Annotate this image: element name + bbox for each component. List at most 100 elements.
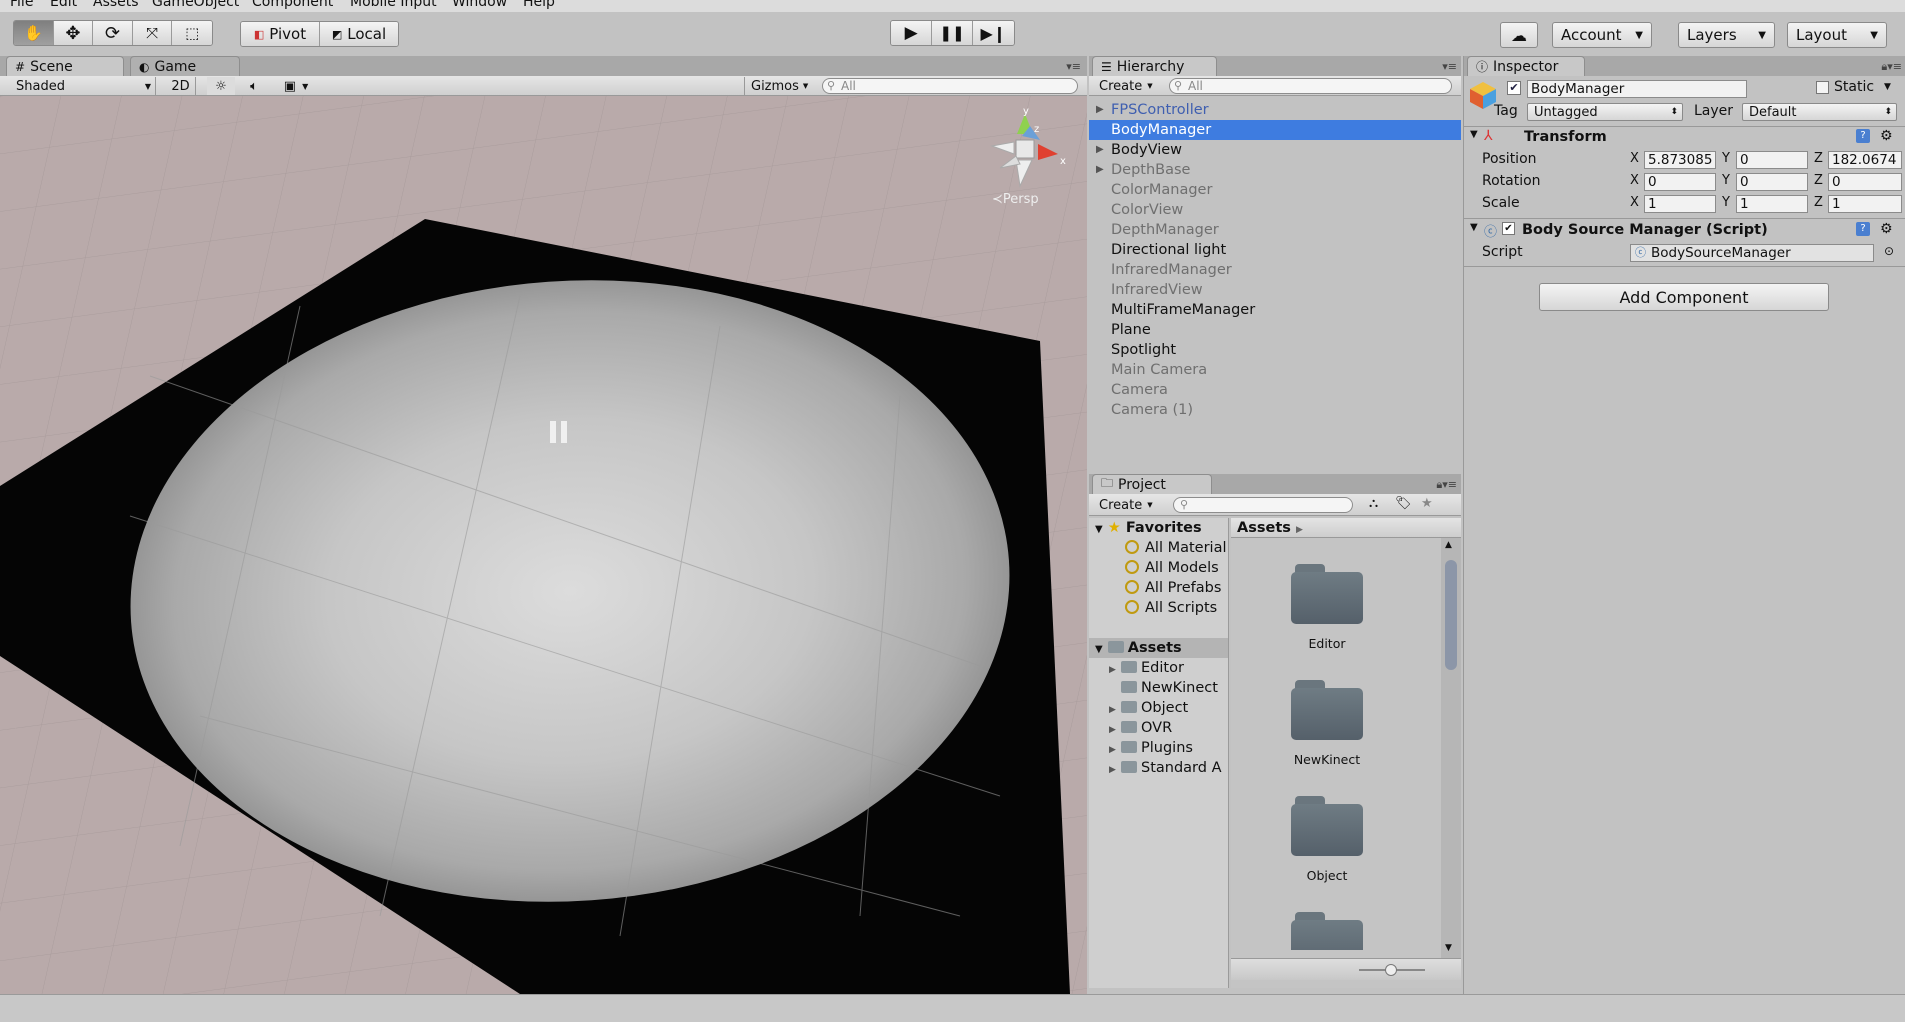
layer-dropdown[interactable]: Default ⬍ bbox=[1742, 103, 1897, 121]
assets-header[interactable]: ▼ Assets bbox=[1089, 638, 1228, 658]
object-picker-icon[interactable]: ⊙ bbox=[1884, 244, 1894, 258]
favorite-item[interactable]: All Scripts bbox=[1125, 598, 1217, 618]
asset-tree-item[interactable]: ▶ Standard A bbox=[1109, 758, 1222, 778]
scene-search-input[interactable]: ⚲ All bbox=[822, 78, 1078, 94]
favorite-item[interactable]: All Material bbox=[1125, 538, 1227, 558]
hierarchy-item[interactable]: Plane bbox=[1089, 320, 1461, 340]
hierarchy-item[interactable]: Camera bbox=[1089, 380, 1461, 400]
hierarchy-create-dropdown[interactable]: Create ▼ bbox=[1099, 77, 1159, 95]
scale-tool-button[interactable]: ⤧ bbox=[132, 21, 173, 45]
rotation-y-field[interactable]: 0 bbox=[1736, 173, 1808, 191]
panel-menu-icon[interactable]: ▾≡ bbox=[1442, 60, 1457, 73]
script-component-header[interactable]: ▼ ⓒ ✔ Body Source Manager (Script) ? ⚙ bbox=[1464, 221, 1905, 241]
expand-arrow-icon[interactable]: ▶ bbox=[1109, 760, 1121, 780]
static-checkbox[interactable] bbox=[1816, 81, 1829, 94]
scrollbar-thumb[interactable] bbox=[1445, 560, 1457, 670]
scale-x-field[interactable]: 1 bbox=[1644, 195, 1716, 213]
project-scrollbar[interactable]: ▲ ▼ bbox=[1441, 538, 1461, 958]
hierarchy-item[interactable]: Directional light bbox=[1089, 240, 1461, 260]
pivot-button[interactable]: ◧ Pivot bbox=[241, 22, 320, 46]
rotate-tool-button[interactable]: ⟳ bbox=[93, 21, 133, 45]
hierarchy-search-input[interactable]: ⚲ All bbox=[1169, 78, 1452, 94]
rotation-z-field[interactable]: 0 bbox=[1828, 173, 1902, 191]
zoom-slider-thumb[interactable] bbox=[1385, 964, 1397, 976]
play-button[interactable]: ▶ bbox=[891, 21, 933, 45]
cloud-button[interactable]: ☁ bbox=[1500, 22, 1538, 48]
scale-y-field[interactable]: 1 bbox=[1736, 195, 1808, 213]
tab-project[interactable]: 🗀 Project bbox=[1092, 474, 1212, 494]
asset-tree-item[interactable]: ▶ Object bbox=[1109, 698, 1188, 718]
menu-assets[interactable]: Assets bbox=[93, 0, 139, 10]
expand-arrow-icon[interactable]: ▶ bbox=[1096, 100, 1104, 120]
asset-tree-item[interactable]: NewKinect bbox=[1109, 678, 1218, 698]
expand-arrow-icon[interactable]: ▶ bbox=[1096, 140, 1104, 160]
favorite-item[interactable]: All Prefabs bbox=[1125, 578, 1221, 598]
move-tool-button[interactable]: ✥ bbox=[53, 21, 94, 45]
menu-mobile-input[interactable]: Mobile Input bbox=[350, 0, 437, 10]
audio-toggle[interactable]: 🔈︎ bbox=[240, 77, 268, 95]
layout-dropdown[interactable]: Layout ▼ bbox=[1787, 22, 1887, 48]
menu-window[interactable]: Window bbox=[452, 0, 507, 10]
menu-help[interactable]: Help bbox=[523, 0, 555, 10]
local-button[interactable]: ◩ Local bbox=[320, 22, 398, 46]
panel-menu-icon[interactable]: ▾≡ bbox=[1066, 60, 1081, 73]
shading-dropdown[interactable]: Shaded ▼ bbox=[8, 77, 156, 95]
effects-dropdown[interactable]: ▣ ▼ bbox=[276, 77, 316, 95]
hierarchy-item[interactable]: ▶ BodyView bbox=[1089, 140, 1461, 160]
hand-tool-button[interactable]: ✋ bbox=[14, 21, 54, 45]
hierarchy-item[interactable]: ▶ FPSController bbox=[1089, 100, 1461, 120]
hierarchy-item[interactable]: ColorManager bbox=[1089, 180, 1461, 200]
tab-inspector[interactable]: ⓘ Inspector bbox=[1467, 56, 1585, 76]
help-icon[interactable]: ? bbox=[1856, 222, 1870, 236]
menu-edit[interactable]: Edit bbox=[50, 0, 77, 10]
grid-folder-item[interactable] bbox=[1291, 910, 1363, 950]
asset-tree-item[interactable]: ▶ OVR bbox=[1109, 718, 1172, 738]
projection-label[interactable]: ≺Persp bbox=[992, 192, 1039, 207]
gear-icon[interactable]: ⚙ bbox=[1880, 128, 1893, 144]
favorites-header[interactable]: ▼ ★ Favorites bbox=[1095, 518, 1202, 538]
menu-gameobject[interactable]: GameObject bbox=[152, 0, 239, 10]
favorite-item[interactable]: All Models bbox=[1125, 558, 1219, 578]
active-checkbox[interactable]: ✔ bbox=[1507, 81, 1521, 95]
scroll-up-icon[interactable]: ▲ bbox=[1445, 540, 1452, 550]
hierarchy-item[interactable]: MultiFrameManager bbox=[1089, 300, 1461, 320]
position-z-field[interactable]: 182.0674 bbox=[1828, 151, 1902, 169]
position-x-field[interactable]: 5.873085 bbox=[1644, 151, 1716, 169]
menu-component[interactable]: Component bbox=[252, 0, 333, 10]
expand-arrow-icon[interactable]: ▶ bbox=[1109, 720, 1121, 740]
hierarchy-item[interactable]: BodyManager bbox=[1089, 120, 1461, 140]
script-enabled-checkbox[interactable]: ✔ bbox=[1502, 222, 1515, 235]
layers-dropdown[interactable]: Layers ▼ bbox=[1678, 22, 1775, 48]
view-gizmo[interactable]: y z x ≺Persp bbox=[980, 106, 1070, 216]
rotation-x-field[interactable]: 0 bbox=[1644, 173, 1716, 191]
object-name-field[interactable]: BodyManager bbox=[1527, 80, 1747, 98]
filter-type-icon[interactable]: ⛬ bbox=[1369, 496, 1378, 511]
menu-file[interactable]: File bbox=[10, 0, 33, 10]
2d-toggle[interactable]: 2D bbox=[166, 77, 196, 95]
label-icon[interactable]: 🏷︎ bbox=[1395, 496, 1412, 511]
gizmos-dropdown[interactable]: Gizmos ▼ bbox=[744, 77, 810, 95]
hierarchy-item[interactable]: ▶ DepthBase bbox=[1089, 160, 1461, 180]
scene-viewport[interactable]: y z x ≺Persp bbox=[0, 96, 1087, 994]
tab-scene[interactable]: # Scene bbox=[6, 56, 124, 76]
add-component-button[interactable]: Add Component bbox=[1539, 283, 1829, 311]
hierarchy-item[interactable]: Camera (1) bbox=[1089, 400, 1461, 420]
expand-arrow-icon[interactable]: ▶ bbox=[1109, 660, 1121, 680]
expand-arrow-icon[interactable]: ▶ bbox=[1096, 160, 1104, 180]
lighting-toggle[interactable]: ☼ bbox=[207, 77, 235, 95]
project-create-dropdown[interactable]: Create ▼ bbox=[1099, 496, 1159, 514]
hierarchy-item[interactable]: Main Camera bbox=[1089, 360, 1461, 380]
lock-menu-icon[interactable]: 🔒︎▾≡ bbox=[1881, 60, 1902, 74]
scale-z-field[interactable]: 1 bbox=[1828, 195, 1902, 213]
expand-arrow-icon[interactable]: ▶ bbox=[1109, 700, 1121, 720]
help-icon[interactable]: ? bbox=[1856, 129, 1870, 143]
account-dropdown[interactable]: Account ▼ bbox=[1552, 22, 1652, 48]
expand-arrow-icon[interactable]: ▶ bbox=[1109, 740, 1121, 760]
scroll-down-icon[interactable]: ▼ bbox=[1445, 943, 1452, 953]
hierarchy-item[interactable]: DepthManager bbox=[1089, 220, 1461, 240]
asset-tree-item[interactable]: ▶ Editor bbox=[1109, 658, 1184, 678]
project-search-input[interactable]: ⚲ bbox=[1173, 497, 1353, 513]
tag-dropdown[interactable]: Untagged ⬍ bbox=[1527, 103, 1683, 121]
pause-button[interactable]: ❚❚ bbox=[932, 21, 973, 45]
hierarchy-item[interactable]: ColorView bbox=[1089, 200, 1461, 220]
